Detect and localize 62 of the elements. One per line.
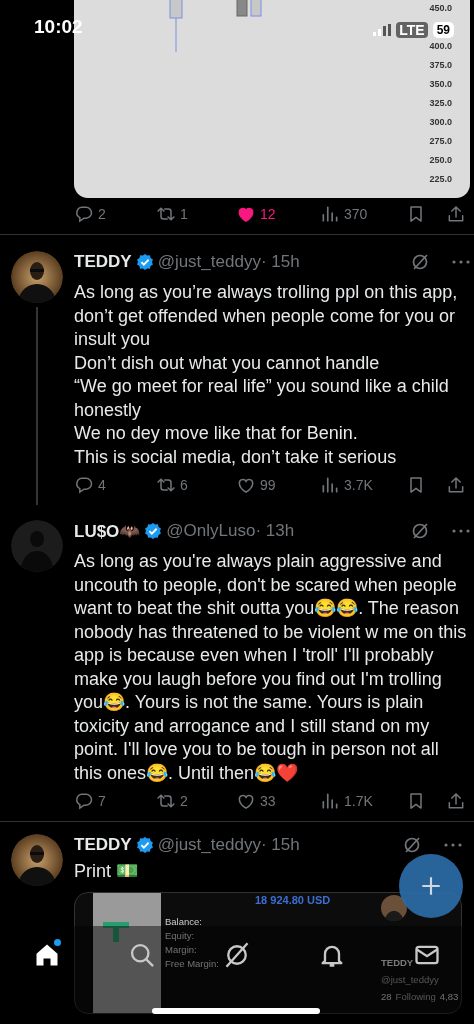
more-icon bbox=[452, 260, 470, 264]
axis-label: 375.0 bbox=[429, 59, 452, 71]
account-label: Margin: bbox=[165, 942, 198, 956]
following-label: Following bbox=[395, 990, 436, 1002]
candle bbox=[169, 0, 183, 53]
axis-label: 225.0 bbox=[429, 173, 452, 185]
author-handle: @OnlyLuso· 13h bbox=[166, 521, 295, 541]
signal-icon bbox=[373, 24, 392, 36]
author-name: TEDDY bbox=[74, 835, 132, 855]
profile-handle: @just_teddyy bbox=[381, 973, 440, 985]
slashed-circle-icon bbox=[410, 252, 430, 272]
axis-label: 250.0 bbox=[429, 154, 452, 166]
share-icon[interactable] bbox=[446, 475, 466, 495]
repost-action[interactable]: 1 bbox=[156, 204, 236, 224]
bar-chart-icon bbox=[320, 791, 340, 811]
candle bbox=[236, 0, 248, 17]
views-action[interactable]: 370 bbox=[320, 204, 406, 224]
tweet-text: Print 💵 bbox=[74, 860, 138, 883]
author-handle: @just_teddyy· 15h bbox=[157, 835, 300, 855]
account-label: Equity: bbox=[165, 928, 196, 942]
author-name: TEDDY bbox=[74, 252, 132, 272]
balance-amount: 18 924.80 USD bbox=[255, 893, 331, 906]
slashed-circle-icon bbox=[402, 835, 422, 855]
bar-chart-icon bbox=[320, 475, 340, 495]
views-action[interactable]: 1.7K bbox=[320, 791, 406, 811]
axis-label: 325.0 bbox=[429, 97, 452, 109]
following-count: 28 bbox=[381, 990, 392, 1002]
account-label: Balance: bbox=[165, 914, 203, 928]
reply-icon bbox=[74, 475, 94, 495]
axis-label: 350.0 bbox=[429, 78, 452, 90]
repost-action[interactable]: 2 bbox=[156, 791, 236, 811]
share-icon[interactable] bbox=[446, 204, 466, 224]
compose-button[interactable] bbox=[399, 854, 463, 918]
reply-action[interactable]: 2 bbox=[74, 204, 156, 224]
slashed-circle-icon bbox=[410, 521, 430, 541]
tweet-text: As long as you're always plain aggressive and uncouth to people, don't be scared when people want to beat the shit outta you😂😂. The reason nobody has threatened to be violent w me on this app is because even when I 'troll' I'll probably make you laugh before you find out I'm trolling you😂. Yours is not the same. Yours is plain toxicity and arrogance and I still stand on my point. I'll love you to be tough in person not all this ones😂. Until then😂❤ bbox=[74, 550, 468, 785]
slashed-circle-icon[interactable] bbox=[223, 941, 251, 969]
followers-count: 4,83 bbox=[439, 990, 459, 1002]
profile-name: TEDDY bbox=[381, 956, 415, 968]
tweet-text: As long as you’re always trolling ppl on this app, don’t get offended when people come for you or insult you Don’t dish out what you cannot handle “We go meet for real life” you sound like a child honestly We no dey move like that for Benin. This is social media, don’t take it serious bbox=[74, 281, 459, 469]
search-icon[interactable] bbox=[128, 941, 157, 969]
more-icon bbox=[444, 843, 462, 847]
reply-action[interactable]: 4 bbox=[74, 475, 156, 495]
like-action[interactable]: 99 bbox=[236, 475, 320, 495]
author-handle: @just_teddyy· 15h bbox=[157, 252, 300, 272]
axis-label: 450.0 bbox=[429, 2, 452, 14]
reply-icon bbox=[74, 791, 94, 811]
repost-action[interactable]: 6 bbox=[156, 475, 236, 495]
axis-label: 400.0 bbox=[429, 40, 452, 52]
like-action[interactable]: 12 bbox=[236, 204, 320, 224]
like-action[interactable]: 33 bbox=[236, 791, 320, 811]
reply-icon bbox=[74, 204, 94, 224]
bar-chart-icon bbox=[320, 204, 340, 224]
candle bbox=[250, 0, 262, 17]
share-icon[interactable] bbox=[446, 791, 466, 811]
account-label: Free Margin: bbox=[165, 956, 219, 970]
more-icon bbox=[452, 529, 470, 533]
axis-label: 275.0 bbox=[429, 135, 452, 147]
views-action[interactable]: 3.7K bbox=[320, 475, 406, 495]
reply-action[interactable]: 7 bbox=[74, 791, 156, 811]
author-name: LU$O🦇 bbox=[74, 520, 141, 542]
axis-label: 300.0 bbox=[429, 116, 452, 128]
